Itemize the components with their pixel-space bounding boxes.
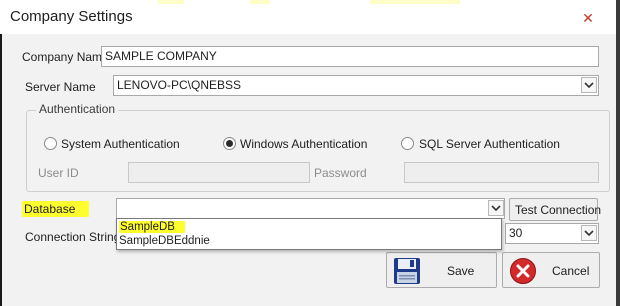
database-select[interactable] <box>116 198 505 219</box>
system-authentication-label[interactable]: System Authentication <box>61 137 180 151</box>
chevron-down-icon[interactable] <box>581 77 597 93</box>
radio-windows-authentication[interactable] <box>223 137 236 150</box>
test-connection-button[interactable]: Test Connection <box>509 198 602 221</box>
company-name-label: Company Name <box>22 50 109 64</box>
connection-string-label: Connection String <box>25 230 121 244</box>
window-title: Company Settings <box>10 8 133 25</box>
company-settings-window: Company Settings ✕ Company Name SAMPLE C… <box>0 0 620 306</box>
database-dropdown-list: SampleDB SampleDBEddnie <box>116 218 502 250</box>
user-id-label: User ID <box>38 166 79 180</box>
test-connection-label: Test Connection <box>515 203 602 217</box>
dropdown-item-sampledbeddnie[interactable]: SampleDBEddnie <box>119 235 210 247</box>
authentication-group-label: Authentication <box>36 102 119 116</box>
save-label: Save <box>447 264 475 278</box>
background-strip <box>158 0 184 4</box>
password-input[interactable] <box>404 162 599 183</box>
password-label: Password <box>314 166 367 180</box>
chevron-down-icon[interactable] <box>581 225 597 241</box>
close-icon[interactable]: ✕ <box>577 9 599 27</box>
connection-string-value: 30 <box>509 226 523 240</box>
sql-server-authentication-label[interactable]: SQL Server Authentication <box>419 137 560 151</box>
user-id-input[interactable] <box>128 162 310 183</box>
server-name-select[interactable]: LENOVO-PC\QNEBSS <box>113 75 599 96</box>
windows-authentication-label[interactable]: Windows Authentication <box>240 137 367 151</box>
server-name-value: LENOVO-PC\QNEBSS <box>117 78 242 92</box>
title-bar: Company Settings ✕ <box>0 0 620 34</box>
background-strip <box>370 0 460 4</box>
background-strip <box>250 0 270 4</box>
radio-sql-server-authentication[interactable] <box>401 137 414 150</box>
server-name-label: Server Name <box>25 80 96 94</box>
cancel-label: Cancel <box>552 264 590 278</box>
radio-system-authentication[interactable] <box>44 137 57 150</box>
window-right-edge <box>616 0 620 306</box>
chevron-down-icon[interactable] <box>488 200 504 216</box>
dropdown-item-sampledb[interactable]: SampleDB <box>119 221 185 233</box>
window-left-edge <box>0 0 2 306</box>
database-label: Database <box>22 201 90 217</box>
floppy-disk-icon <box>393 257 421 285</box>
radio-selected-dot <box>226 140 233 147</box>
company-name-input[interactable]: SAMPLE COMPANY <box>101 46 599 67</box>
cancel-button[interactable]: Cancel <box>502 252 600 288</box>
save-button[interactable]: Save <box>386 252 497 288</box>
cancel-x-icon <box>509 257 537 285</box>
